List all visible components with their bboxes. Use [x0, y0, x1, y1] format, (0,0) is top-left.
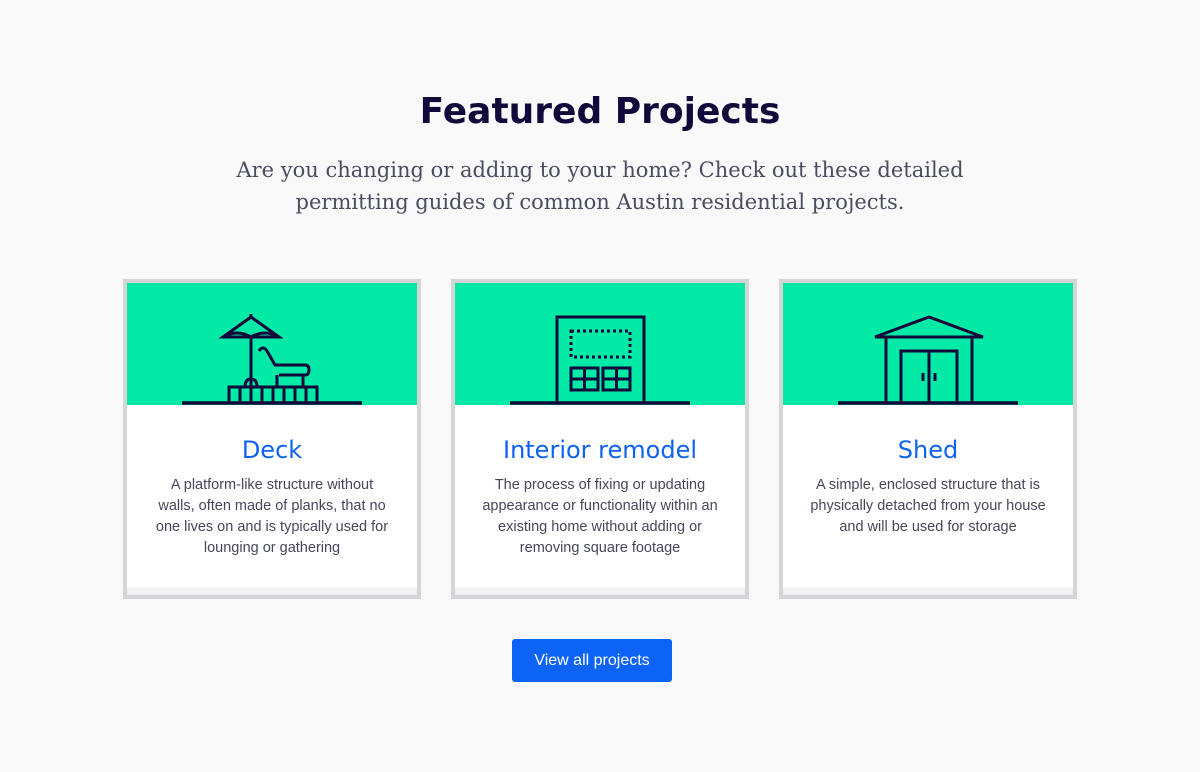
deck-umbrella-lounge-chair-icon — [182, 314, 362, 405]
card-footer-band — [783, 587, 1073, 595]
card-title[interactable]: Shed — [783, 405, 1073, 467]
project-cards: Deck A platform-like structure without w… — [123, 279, 1077, 599]
card-hero — [455, 283, 745, 405]
card-footer-band — [127, 587, 417, 595]
card-hero — [783, 283, 1073, 405]
card-title[interactable]: Interior remodel — [455, 405, 745, 467]
project-card-interior-remodel[interactable]: Interior remodel The process of fixing o… — [451, 279, 749, 599]
interior-room-window-icon — [510, 315, 690, 405]
section-title: Featured Projects — [419, 91, 781, 132]
section-intro: Are you changing or adding to your home?… — [236, 158, 964, 214]
card-title[interactable]: Deck — [127, 405, 417, 467]
card-hero — [127, 283, 417, 405]
shed-double-door-icon — [838, 315, 1018, 405]
card-footer-band — [455, 587, 745, 595]
view-all-projects-button[interactable]: View all projects — [512, 639, 672, 682]
project-card-shed[interactable]: Shed A simple, enclosed structure that i… — [779, 279, 1077, 599]
card-description: A simple, enclosed structure that is phy… — [810, 477, 1046, 535]
project-card-deck[interactable]: Deck A platform-like structure without w… — [123, 279, 421, 599]
card-description: A platform-like structure without walls,… — [155, 477, 389, 556]
card-description: The process of fixing or updating appear… — [482, 477, 718, 556]
